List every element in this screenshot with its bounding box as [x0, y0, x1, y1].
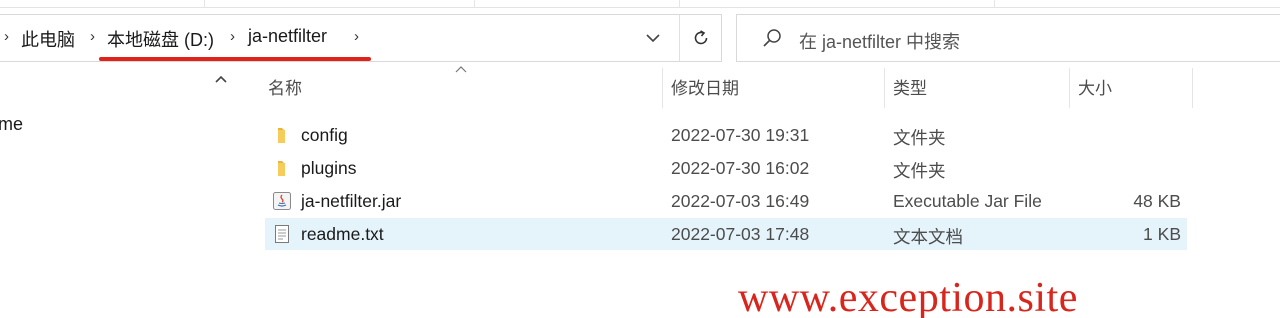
nav-item[interactable]: me [0, 114, 23, 135]
file-type: 文件夹 [893, 161, 946, 181]
breadcrumb-separator-icon[interactable]: › [90, 28, 95, 45]
column-header-type[interactable]: 类型 [885, 76, 1069, 108]
search-box[interactable]: 在 ja-netfilter 中搜索 [736, 14, 1280, 62]
address-bar[interactable]: › 此电脑 › 本地磁盘 (D:) › ja-netfilter › [0, 14, 722, 62]
search-icon [763, 29, 781, 47]
column-header-size[interactable]: 大小 [1070, 76, 1192, 108]
file-row-readme-txt[interactable]: readme.txt 2022-07-03 17:48 文本文档 1 KB [265, 218, 1187, 250]
java-jar-icon [273, 192, 291, 210]
file-size: 48 KB [1133, 191, 1181, 211]
navigation-pane: me [0, 62, 240, 318]
file-name[interactable]: config [301, 125, 348, 146]
breadcrumb-this-pc[interactable]: 此电脑 [21, 26, 75, 52]
folder-icon [278, 161, 285, 176]
file-name[interactable]: readme.txt [301, 224, 384, 245]
breadcrumb-separator-icon[interactable]: › [354, 28, 359, 45]
column-header-date[interactable]: 修改日期 [663, 76, 884, 108]
file-row-ja-netfilter-jar[interactable]: ja-netfilter.jar 2022-07-03 16:49 Execut… [265, 185, 1187, 217]
file-row-plugins[interactable]: plugins 2022-07-30 16:02 文件夹 [265, 152, 1187, 184]
file-row-config[interactable]: config 2022-07-30 19:31 文件夹 [265, 119, 1187, 151]
sort-ascending-icon [455, 66, 467, 73]
file-date: 2022-07-30 19:31 [671, 125, 810, 145]
chevron-down-icon[interactable] [643, 27, 663, 49]
breadcrumb-separator-icon[interactable]: › [230, 28, 235, 45]
search-input[interactable]: 在 ja-netfilter 中搜索 [799, 28, 960, 54]
file-date: 2022-07-03 16:49 [671, 191, 810, 211]
text-file-icon [275, 225, 289, 243]
file-date: 2022-07-03 17:48 [671, 224, 810, 244]
watermark-text: www.exception.site [738, 275, 1078, 318]
file-size: 1 KB [1143, 224, 1181, 244]
folder-icon [278, 128, 285, 143]
breadcrumb-local-disk-d[interactable]: 本地磁盘 (D:) [107, 26, 214, 52]
file-name[interactable]: ja-netfilter.jar [301, 191, 401, 212]
ribbon-strip [0, 0, 1280, 8]
file-type: 文件夹 [893, 128, 946, 148]
refresh-button[interactable] [679, 15, 721, 61]
breadcrumb-ja-netfilter[interactable]: ja-netfilter [248, 26, 327, 47]
file-name[interactable]: plugins [301, 158, 356, 179]
column-header-name[interactable]: 名称 [260, 76, 662, 108]
red-underline-annotation [99, 57, 371, 61]
scroll-up-icon[interactable] [214, 74, 228, 84]
column-divider[interactable] [1192, 68, 1193, 108]
breadcrumb-separator-icon[interactable]: › [4, 28, 9, 45]
file-type: 文本文档 [893, 227, 963, 247]
file-type: Executable Jar File [893, 191, 1042, 211]
file-date: 2022-07-30 16:02 [671, 158, 810, 178]
refresh-icon [694, 30, 707, 45]
